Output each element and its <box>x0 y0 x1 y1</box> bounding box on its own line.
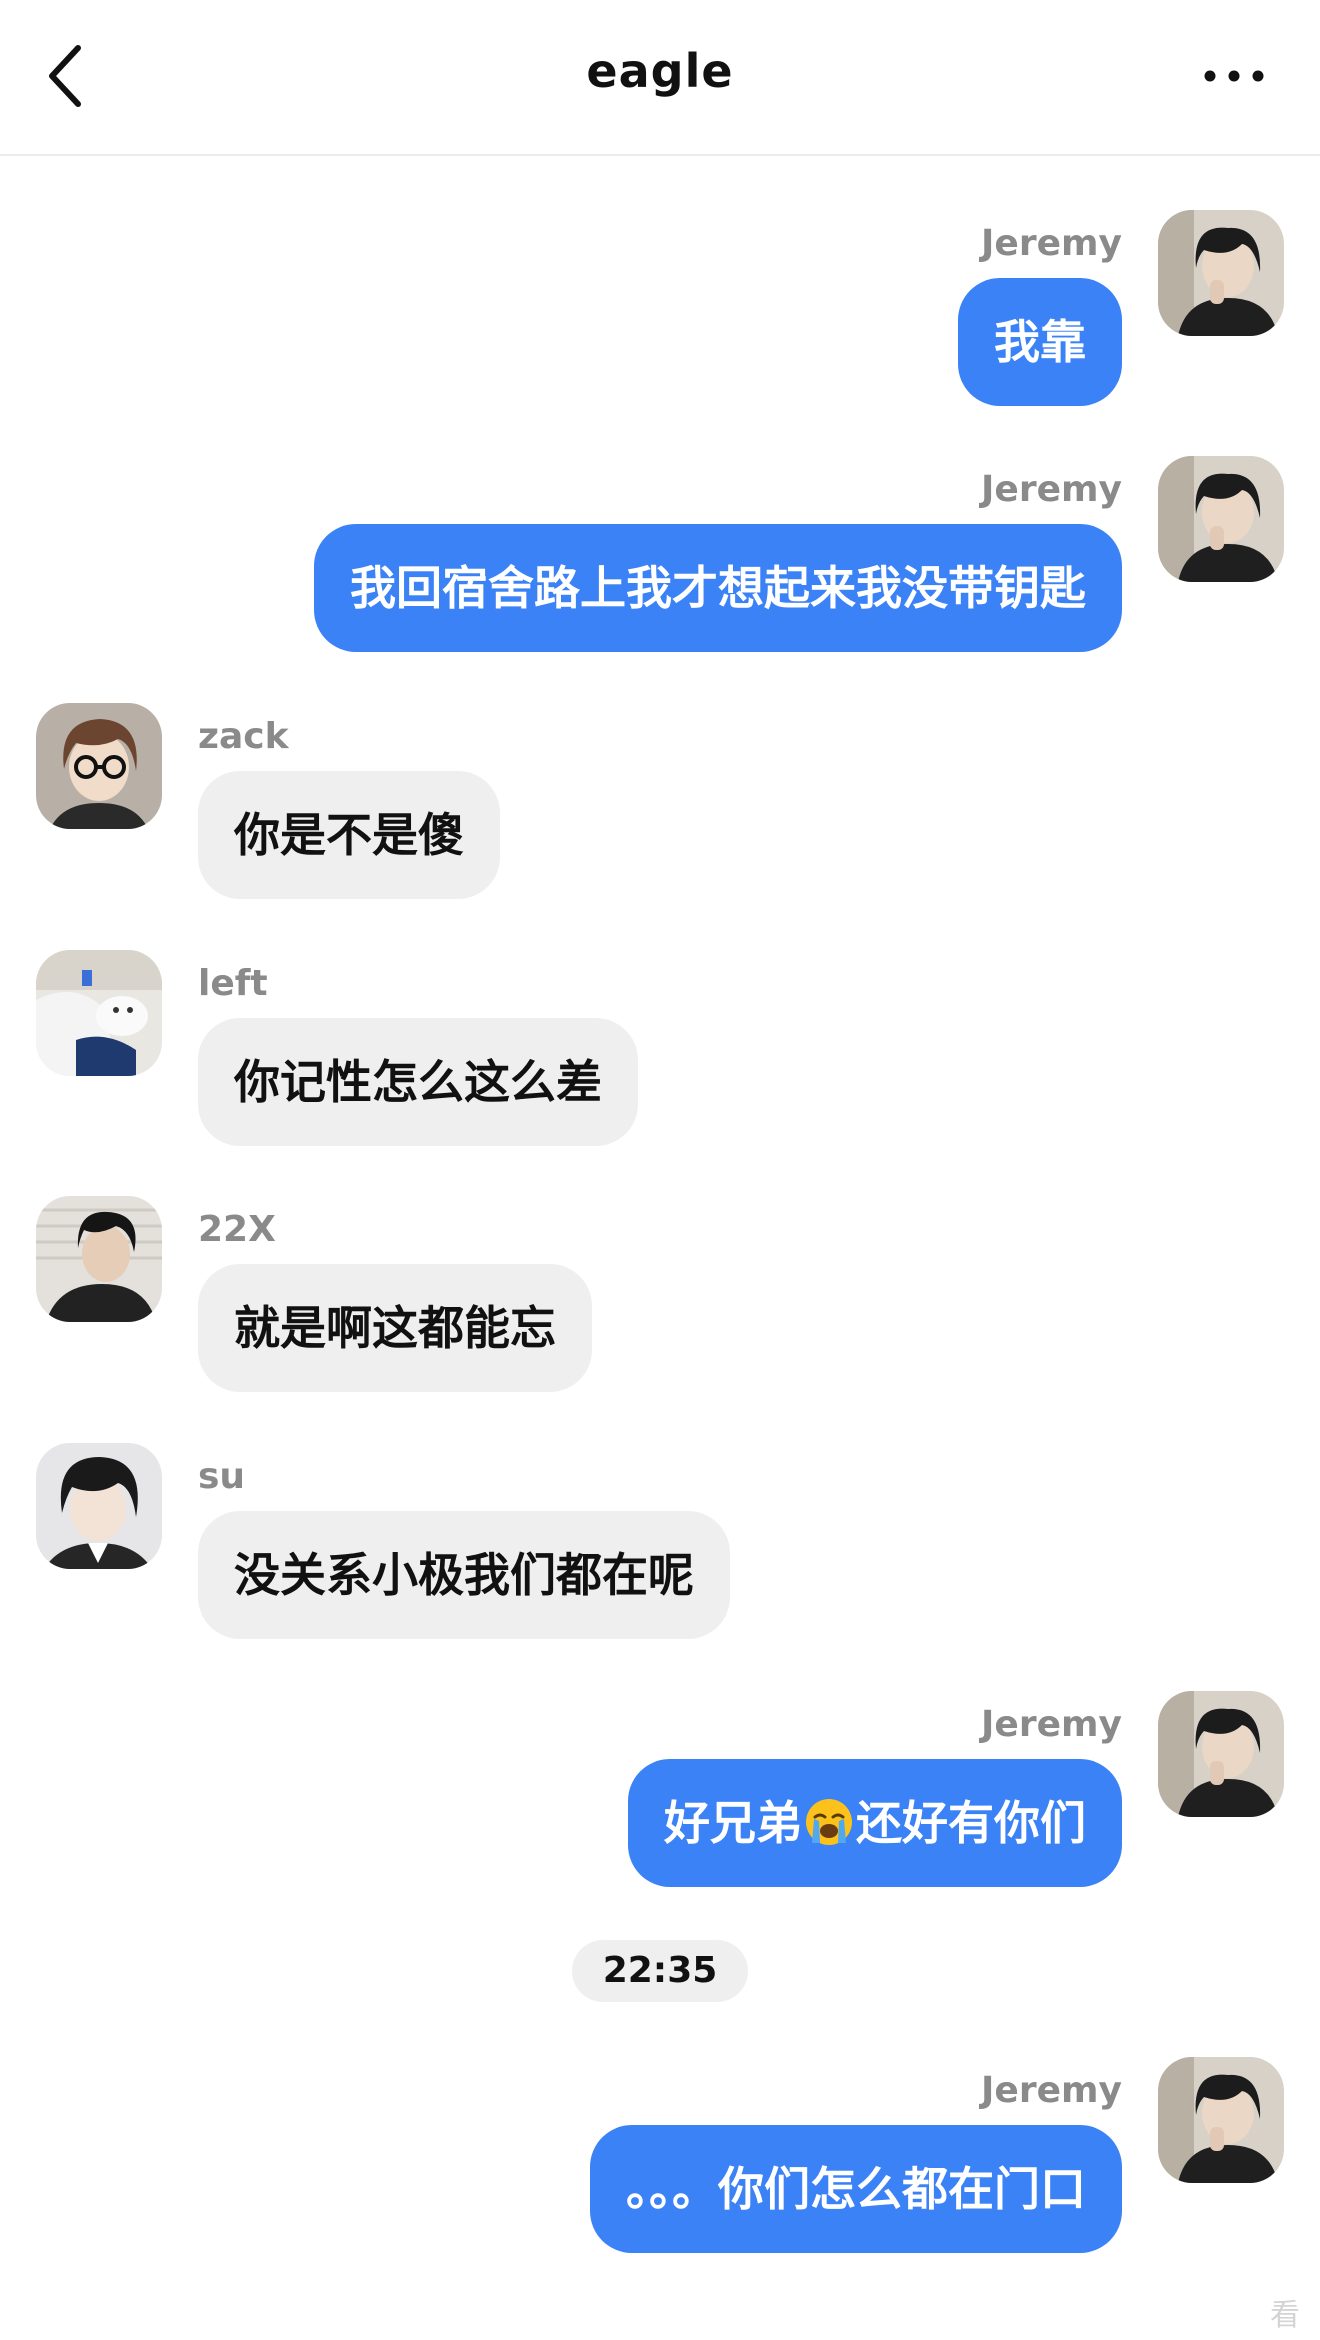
sender-name: Jeremy <box>981 223 1122 264</box>
watermark: 看 <box>1270 2298 1304 2333</box>
message-text: 还好有你们 <box>856 1796 1086 1850</box>
avatar[interactable] <box>1158 1691 1284 1817</box>
timestamp-pill: 22:35 <box>572 1940 748 2002</box>
avatar[interactable] <box>36 703 162 829</box>
chat-title: eagle <box>586 44 734 98</box>
avatar[interactable] <box>1158 210 1284 336</box>
sender-name: left <box>198 963 268 1004</box>
message-bubble[interactable]: 你是不是傻 <box>198 771 500 899</box>
sender-name: Jeremy <box>981 2070 1122 2111</box>
loudly-crying-face-icon <box>804 1767 854 1845</box>
sender-name: zack <box>198 716 289 757</box>
message-bubble[interactable]: 我回宿舍路上我才想起来我没带钥匙 <box>314 524 1122 652</box>
chat-header: eagle <box>0 0 1320 156</box>
message-bubble[interactable]: 我靠 <box>958 278 1122 406</box>
message-bubble[interactable]: 你记性怎么这么差 <box>198 1018 638 1146</box>
sender-name: Jeremy <box>981 469 1122 510</box>
sender-name: Jeremy <box>981 1704 1122 1745</box>
sender-name: 22X <box>198 1209 276 1250</box>
more-horizontal-icon[interactable] <box>1202 60 1266 92</box>
message-bubble[interactable]: 没关系小极我们都在呢 <box>198 1511 730 1639</box>
message-bubble[interactable]: 好兄弟 还好有你们 <box>628 1759 1122 1887</box>
message-text: 好兄弟 <box>664 1796 802 1850</box>
avatar[interactable] <box>36 1443 162 1569</box>
avatar[interactable] <box>36 1196 162 1322</box>
avatar[interactable] <box>1158 456 1284 582</box>
avatar[interactable] <box>1158 2057 1284 2183</box>
message-bubble[interactable]: 。。。你们怎么都在门口 <box>590 2125 1122 2253</box>
sender-name: su <box>198 1456 246 1497</box>
avatar[interactable] <box>36 950 162 1076</box>
message-bubble[interactable]: 就是啊这都能忘 <box>198 1264 592 1392</box>
